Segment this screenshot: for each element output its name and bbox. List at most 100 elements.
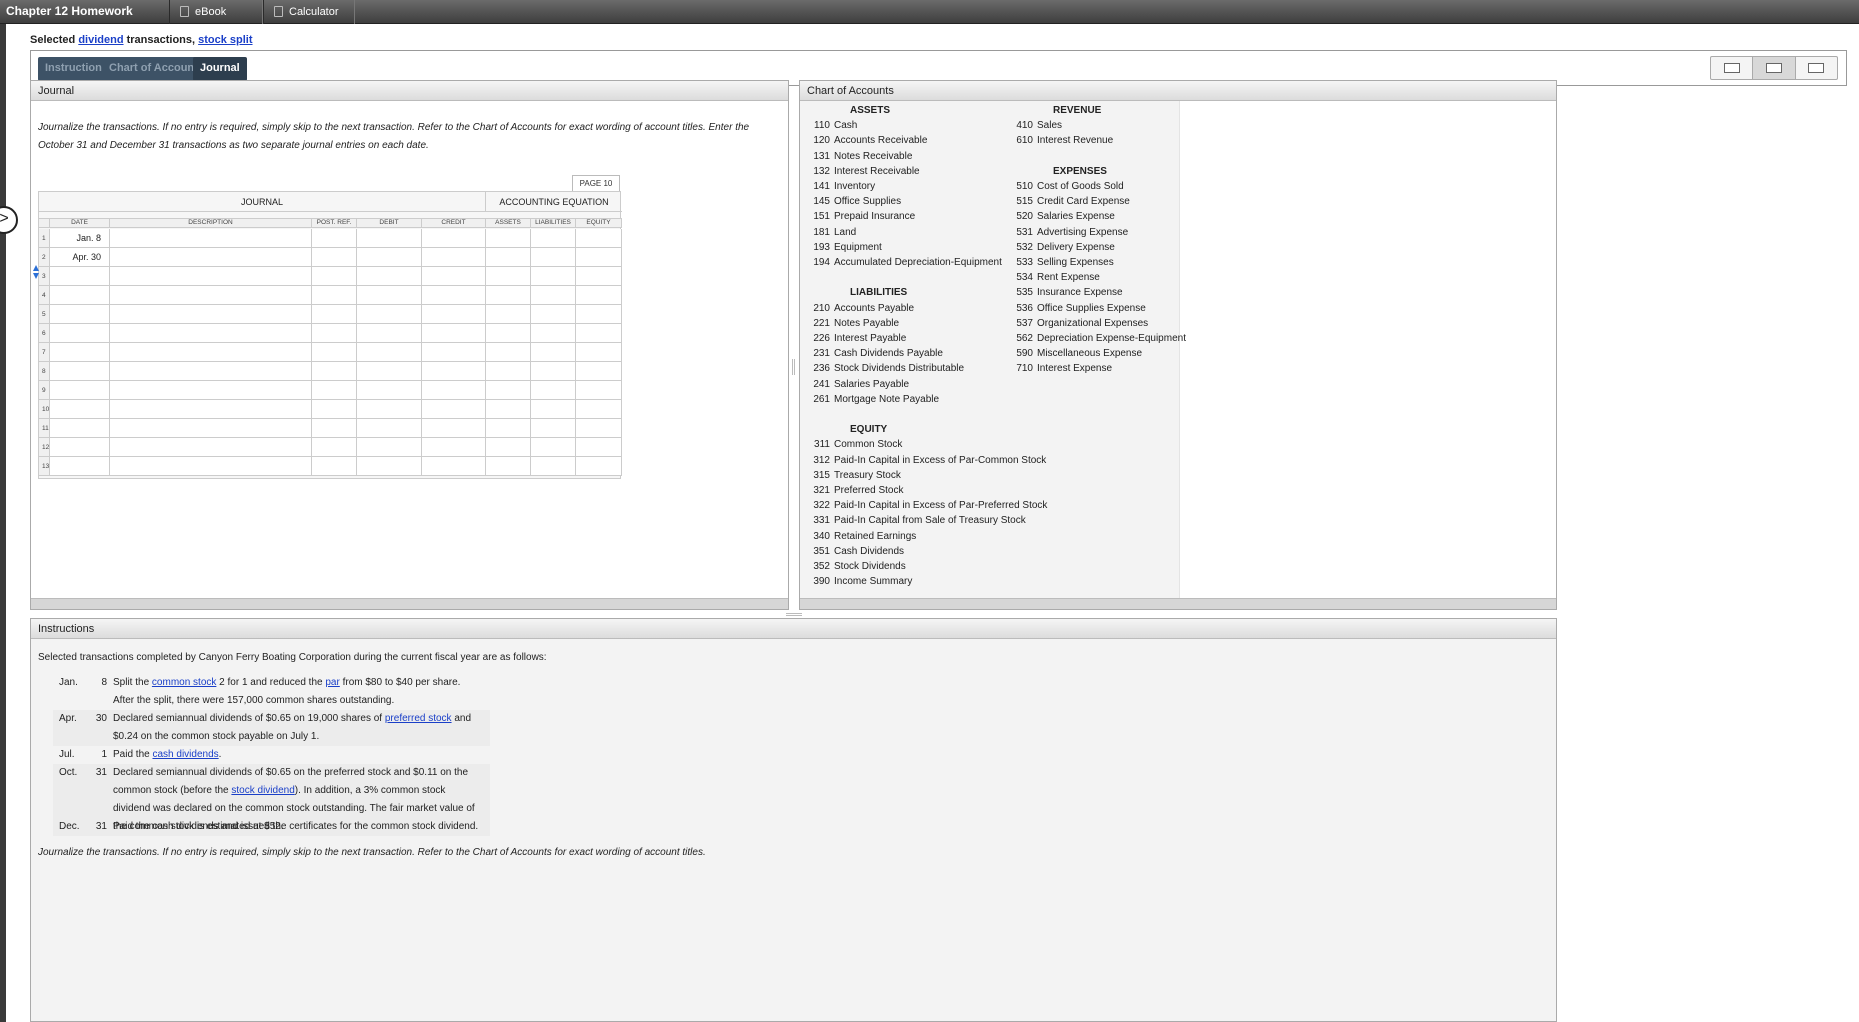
description-cell[interactable] <box>110 229 312 248</box>
equity-cell[interactable] <box>576 305 622 324</box>
description-cell[interactable] <box>110 362 312 381</box>
assets-cell[interactable] <box>486 343 531 362</box>
date-cell[interactable] <box>50 267 110 286</box>
post-ref-cell[interactable] <box>312 229 357 248</box>
credit-cell[interactable] <box>422 362 486 381</box>
liabilities-cell[interactable] <box>531 381 576 400</box>
post-ref-cell[interactable] <box>312 362 357 381</box>
assets-cell[interactable] <box>486 457 531 476</box>
credit-cell[interactable] <box>422 248 486 267</box>
assets-cell[interactable] <box>486 229 531 248</box>
post-ref-cell[interactable] <box>312 457 357 476</box>
post-ref-cell[interactable] <box>312 438 357 457</box>
assets-cell[interactable] <box>486 381 531 400</box>
equity-cell[interactable] <box>576 248 622 267</box>
glossary-link[interactable]: par <box>325 677 339 688</box>
credit-cell[interactable] <box>422 229 486 248</box>
glossary-link[interactable]: stock dividend <box>231 785 294 796</box>
credit-cell[interactable] <box>422 305 486 324</box>
credit-cell[interactable] <box>422 419 486 438</box>
debit-cell[interactable] <box>357 248 422 267</box>
description-cell[interactable] <box>110 267 312 286</box>
assets-cell[interactable] <box>486 324 531 343</box>
debit-cell[interactable] <box>357 457 422 476</box>
post-ref-cell[interactable] <box>312 419 357 438</box>
ebook-tab[interactable]: eBook <box>169 0 263 24</box>
assets-cell[interactable] <box>486 419 531 438</box>
liabilities-cell[interactable] <box>531 229 576 248</box>
glossary-link[interactable]: preferred stock <box>385 713 452 724</box>
liabilities-cell[interactable] <box>531 305 576 324</box>
description-cell[interactable] <box>110 457 312 476</box>
debit-cell[interactable] <box>357 438 422 457</box>
credit-cell[interactable] <box>422 267 486 286</box>
post-ref-cell[interactable] <box>312 400 357 419</box>
date-cell[interactable] <box>50 419 110 438</box>
credit-cell[interactable] <box>422 286 486 305</box>
assets-cell[interactable] <box>486 362 531 381</box>
liabilities-cell[interactable] <box>531 343 576 362</box>
debit-cell[interactable] <box>357 229 422 248</box>
assets-cell[interactable] <box>486 286 531 305</box>
debit-cell[interactable] <box>357 419 422 438</box>
stock-split-link[interactable]: stock split <box>198 34 252 46</box>
credit-cell[interactable] <box>422 400 486 419</box>
debit-cell[interactable] <box>357 267 422 286</box>
debit-cell[interactable] <box>357 305 422 324</box>
liabilities-cell[interactable] <box>531 362 576 381</box>
liabilities-cell[interactable] <box>531 457 576 476</box>
assets-cell[interactable] <box>486 267 531 286</box>
credit-cell[interactable] <box>422 381 486 400</box>
post-ref-cell[interactable] <box>312 267 357 286</box>
debit-cell[interactable] <box>357 286 422 305</box>
description-cell[interactable] <box>110 305 312 324</box>
credit-cell[interactable] <box>422 324 486 343</box>
liabilities-cell[interactable] <box>531 438 576 457</box>
layout-split-button[interactable] <box>1753 57 1796 79</box>
equity-cell[interactable] <box>576 457 622 476</box>
layout-single-button[interactable] <box>1711 57 1754 79</box>
date-cell[interactable] <box>50 381 110 400</box>
credit-cell[interactable] <box>422 457 486 476</box>
debit-cell[interactable] <box>357 324 422 343</box>
calculator-tab[interactable]: Calculator <box>263 0 355 24</box>
equity-cell[interactable] <box>576 381 622 400</box>
debit-cell[interactable] <box>357 362 422 381</box>
post-ref-cell[interactable] <box>312 381 357 400</box>
layout-list-button[interactable] <box>1796 57 1837 79</box>
equity-cell[interactable] <box>576 362 622 381</box>
date-cell[interactable] <box>50 324 110 343</box>
debit-cell[interactable] <box>357 381 422 400</box>
description-cell[interactable] <box>110 248 312 267</box>
equity-cell[interactable] <box>576 324 622 343</box>
description-cell[interactable] <box>110 400 312 419</box>
post-ref-cell[interactable] <box>312 343 357 362</box>
assets-cell[interactable] <box>486 400 531 419</box>
liabilities-cell[interactable] <box>531 324 576 343</box>
post-ref-cell[interactable] <box>312 305 357 324</box>
equity-cell[interactable] <box>576 267 622 286</box>
equity-cell[interactable] <box>576 419 622 438</box>
vertical-splitter[interactable] <box>792 359 795 375</box>
assets-cell[interactable] <box>486 438 531 457</box>
equity-cell[interactable] <box>576 343 622 362</box>
description-cell[interactable] <box>110 438 312 457</box>
row-spinner-icon[interactable] <box>33 265 39 279</box>
description-cell[interactable] <box>110 324 312 343</box>
post-ref-cell[interactable] <box>312 286 357 305</box>
equity-cell[interactable] <box>576 286 622 305</box>
credit-cell[interactable] <box>422 343 486 362</box>
date-cell[interactable] <box>50 286 110 305</box>
description-cell[interactable] <box>110 343 312 362</box>
date-cell[interactable] <box>50 457 110 476</box>
liabilities-cell[interactable] <box>531 419 576 438</box>
description-cell[interactable] <box>110 286 312 305</box>
assets-cell[interactable] <box>486 305 531 324</box>
equity-cell[interactable] <box>576 229 622 248</box>
date-cell[interactable]: Jan. 8 <box>50 229 110 248</box>
date-cell[interactable] <box>50 343 110 362</box>
tab-journal[interactable]: Journal <box>193 57 247 81</box>
liabilities-cell[interactable] <box>531 267 576 286</box>
debit-cell[interactable] <box>357 343 422 362</box>
post-ref-cell[interactable] <box>312 248 357 267</box>
